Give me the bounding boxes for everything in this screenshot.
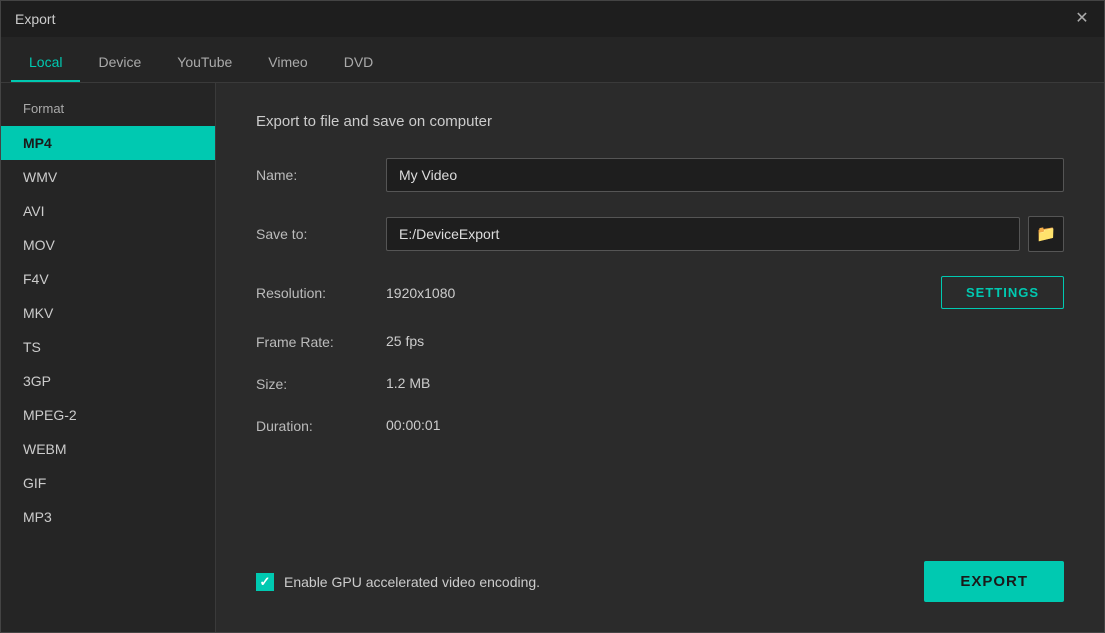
sidebar-item-wmv[interactable]: WMV [1, 160, 215, 194]
tab-youtube[interactable]: YouTube [159, 44, 250, 82]
title-bar: Export ✕ [1, 1, 1104, 37]
sidebar-item-avi[interactable]: AVI [1, 194, 215, 228]
sidebar-item-webm[interactable]: WEBM [1, 432, 215, 466]
name-row: Name: [256, 158, 1064, 192]
gpu-label: Enable GPU accelerated video encoding. [284, 574, 540, 590]
sidebar-item-ts[interactable]: TS [1, 330, 215, 364]
sidebar-item-mpeg2[interactable]: MPEG-2 [1, 398, 215, 432]
save-to-label: Save to: [256, 226, 386, 242]
resolution-group: 1920x1080 SETTINGS [386, 276, 1064, 309]
frame-rate-row: Frame Rate: 25 fps [256, 333, 1064, 351]
sidebar-item-mp3[interactable]: MP3 [1, 500, 215, 534]
gpu-checkbox[interactable]: ✓ [256, 573, 274, 591]
section-title: Export to file and save on computer [256, 113, 1064, 130]
sidebar-item-f4v[interactable]: F4V [1, 262, 215, 296]
resolution-control: 1920x1080 SETTINGS [386, 276, 1064, 309]
sidebar-item-3gp[interactable]: 3GP [1, 364, 215, 398]
tab-dvd[interactable]: DVD [326, 44, 392, 82]
sidebar-item-mov[interactable]: MOV [1, 228, 215, 262]
sidebar-item-mp4[interactable]: MP4 [1, 126, 215, 160]
name-control [386, 158, 1064, 192]
sidebar: Format MP4 WMV AVI MOV F4V MKV TS 3GP MP… [1, 83, 216, 632]
sidebar-item-gif[interactable]: GIF [1, 466, 215, 500]
tab-local[interactable]: Local [11, 44, 80, 82]
main-content: Export to file and save on computer Name… [216, 83, 1104, 632]
tab-vimeo[interactable]: Vimeo [250, 44, 325, 82]
resolution-label: Resolution: [256, 285, 386, 301]
duration-value: 00:00:01 [386, 417, 441, 433]
frame-rate-control: 25 fps [386, 333, 1064, 351]
export-button[interactable]: EXPORT [924, 561, 1064, 602]
export-window: Export ✕ Local Device YouTube Vimeo DVD … [0, 0, 1105, 633]
content-area: Format MP4 WMV AVI MOV F4V MKV TS 3GP MP… [1, 83, 1104, 632]
footer: ✓ Enable GPU accelerated video encoding.… [256, 541, 1064, 602]
folder-icon: 📁 [1036, 224, 1056, 244]
save-to-input[interactable] [386, 217, 1020, 251]
settings-button[interactable]: SETTINGS [941, 276, 1064, 309]
frame-rate-label: Frame Rate: [256, 334, 386, 350]
sidebar-item-mkv[interactable]: MKV [1, 296, 215, 330]
size-control: 1.2 MB [386, 375, 1064, 393]
folder-browse-button[interactable]: 📁 [1028, 216, 1064, 252]
save-to-field-group: 📁 [386, 216, 1064, 252]
name-label: Name: [256, 167, 386, 183]
size-row: Size: 1.2 MB [256, 375, 1064, 393]
resolution-row: Resolution: 1920x1080 SETTINGS [256, 276, 1064, 309]
sidebar-header: Format [1, 101, 215, 126]
checkmark-icon: ✓ [260, 574, 271, 590]
resolution-value: 1920x1080 [386, 285, 925, 301]
duration-row: Duration: 00:00:01 [256, 417, 1064, 435]
size-label: Size: [256, 376, 386, 392]
save-to-row: Save to: 📁 [256, 216, 1064, 252]
save-to-control: 📁 [386, 216, 1064, 252]
name-input[interactable] [386, 158, 1064, 192]
duration-label: Duration: [256, 418, 386, 434]
tab-bar: Local Device YouTube Vimeo DVD [1, 37, 1104, 83]
tab-device[interactable]: Device [80, 44, 159, 82]
size-value: 1.2 MB [386, 375, 430, 391]
frame-rate-value: 25 fps [386, 333, 424, 349]
duration-control: 00:00:01 [386, 417, 1064, 435]
window-title: Export [15, 11, 55, 27]
gpu-row: ✓ Enable GPU accelerated video encoding. [256, 573, 540, 591]
close-button[interactable]: ✕ [1074, 11, 1090, 27]
